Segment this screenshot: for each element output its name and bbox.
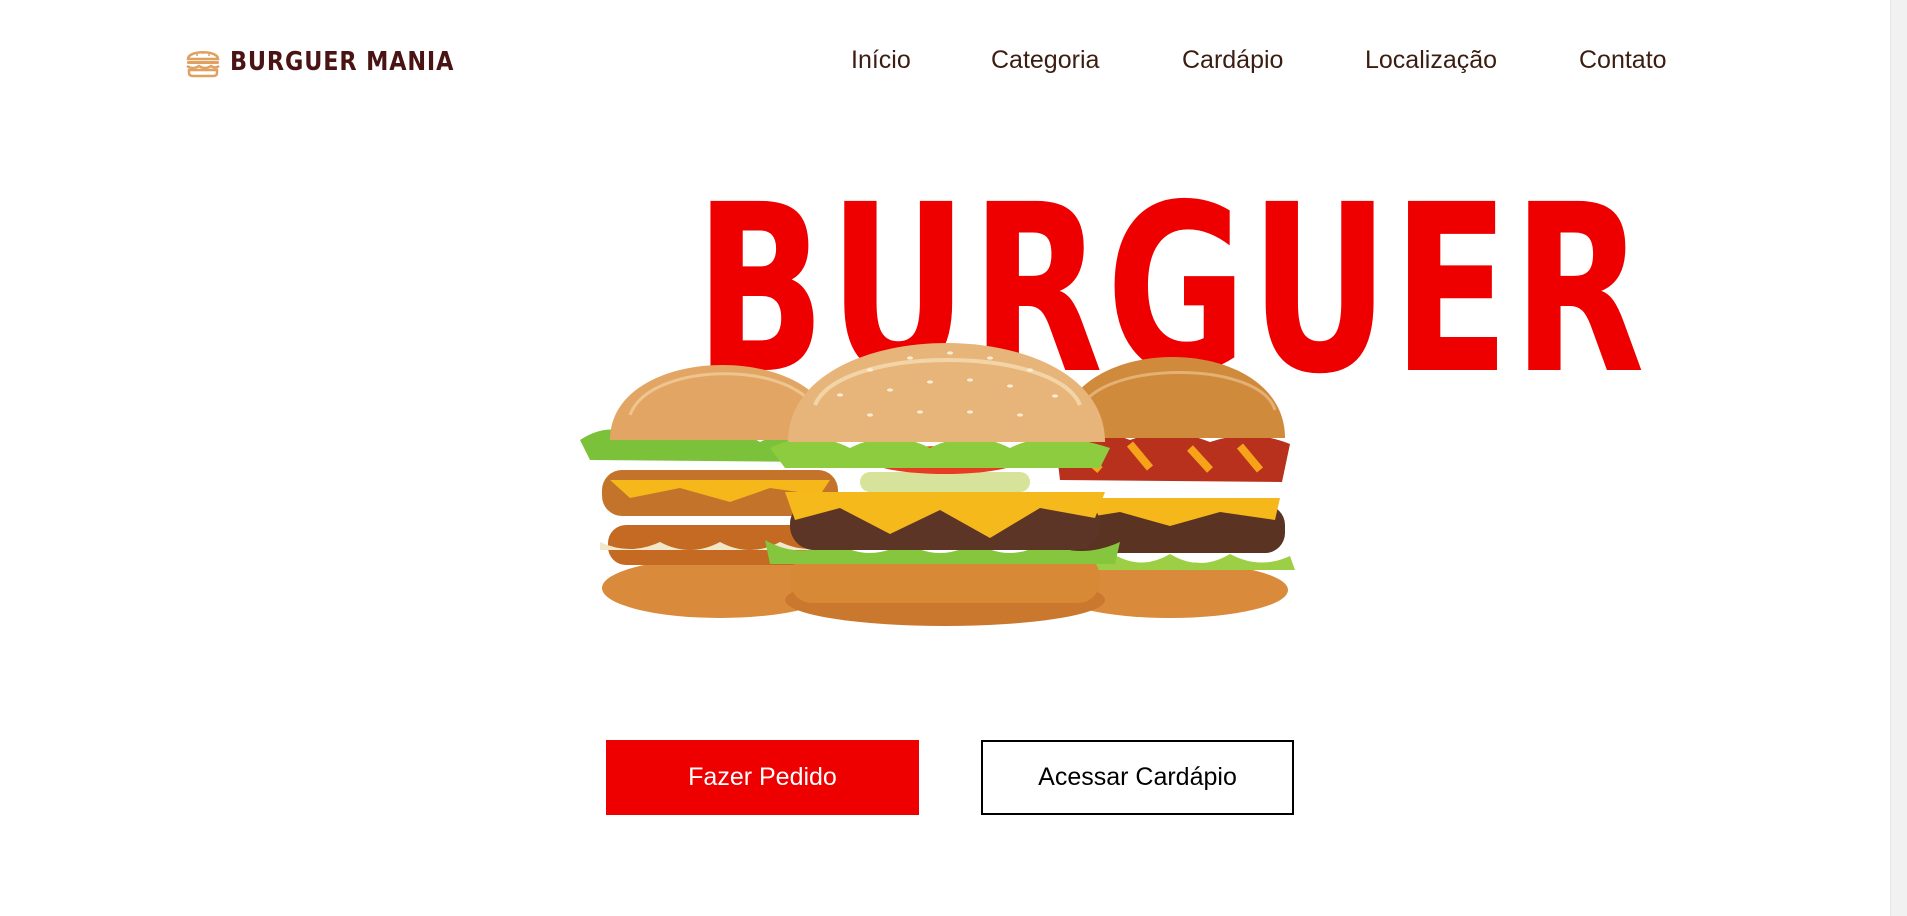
order-button[interactable]: Fazer Pedido xyxy=(606,740,919,815)
main-nav: Início Categoria Cardápio Localização Co… xyxy=(0,46,1907,78)
three-burgers-image xyxy=(580,343,1295,626)
nav-link-localizacao[interactable]: Localização xyxy=(1365,46,1497,75)
page: BURGUER MANIA Início Categoria Cardápio … xyxy=(0,0,1907,916)
nav-link-contato[interactable]: Contato xyxy=(1579,46,1667,75)
menu-button[interactable]: Acessar Cardápio xyxy=(981,740,1294,815)
vertical-scrollbar[interactable] xyxy=(1890,0,1907,916)
nav-link-categoria[interactable]: Categoria xyxy=(991,46,1099,75)
nav-link-inicio[interactable]: Início xyxy=(851,46,911,75)
nav-link-cardapio[interactable]: Cardápio xyxy=(1182,46,1283,75)
